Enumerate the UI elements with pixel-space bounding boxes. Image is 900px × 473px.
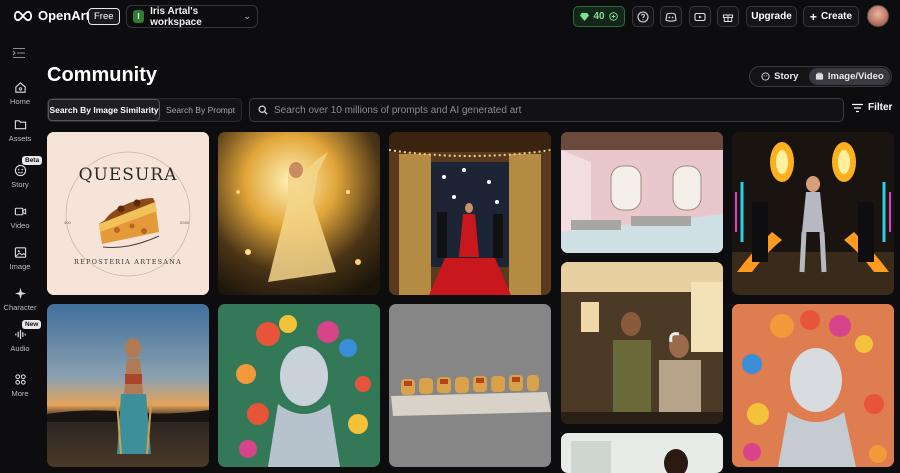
search-icon (258, 105, 268, 115)
upgrade-button[interactable]: Upgrade (746, 6, 797, 27)
discord-button[interactable] (660, 6, 682, 27)
home-icon (14, 82, 26, 93)
more-icon (14, 374, 26, 385)
pink-classroom-image (561, 132, 723, 253)
logo-title: QUESURA (78, 165, 178, 185)
page-title: Community (47, 64, 157, 86)
story-icon (14, 164, 26, 177)
gallery-card-pink-classroom[interactable] (561, 132, 723, 253)
gallery-card-fire-stage[interactable] (732, 132, 894, 295)
sidebar-item-label: Story (11, 180, 29, 189)
search-input[interactable] (274, 104, 835, 116)
discord-icon (665, 12, 677, 22)
gallery-icon (815, 72, 823, 80)
sidebar-item-assets[interactable]: Assets (0, 118, 40, 143)
create-label: Create (820, 11, 853, 22)
tacos-slate-image (389, 304, 551, 467)
beta-badge: Beta (22, 156, 43, 165)
credits-button[interactable]: 40 (573, 6, 625, 27)
credits-count: 40 (593, 11, 605, 22)
brand-name: OpenArt (38, 8, 90, 23)
floral-statue-closeup-image (732, 304, 894, 467)
gift-button[interactable] (717, 6, 739, 27)
plus-icon: + (809, 9, 817, 24)
folder-icon (14, 120, 26, 130)
golden-dancer-image (218, 132, 380, 295)
quesura-logo-image (47, 132, 209, 295)
sidebar-item-label: Assets (8, 134, 32, 143)
filter-button[interactable]: Filter (852, 102, 892, 113)
workspace-name: Iris Artal's workspace (150, 5, 202, 28)
sidebar-item-story[interactable]: Beta Story (0, 156, 43, 189)
gallery-card-floral-statue-closeup[interactable] (732, 304, 894, 467)
sidebar: Home Assets Beta Story Video Image Chara… (0, 33, 43, 469)
gallery-card-desert-dancer[interactable] (47, 304, 209, 467)
logo-year-right: 2020 (180, 220, 189, 225)
sidebar-item-audio[interactable]: New Audio (0, 320, 42, 353)
mode-story-button[interactable]: Story (751, 68, 809, 85)
filter-icon (852, 103, 863, 112)
red-dress-doorway-image (389, 132, 551, 295)
chevron-down-icon: ⌄ (243, 11, 251, 21)
gallery-card-tacos-slate[interactable] (389, 304, 551, 467)
gallery-card-office-portrait[interactable] (561, 433, 723, 473)
gallery-card-red-dress-doorway[interactable] (389, 132, 551, 295)
sidebar-item-label: Home (9, 97, 30, 106)
logo-subtitle: REPOSTERIA ARTESANA (74, 258, 182, 266)
search-type-tabs: Search By Image Similarity Search By Pro… (47, 98, 242, 122)
top-bar: OpenArt Free I Iris Artal's workspace ⌄ … (0, 0, 900, 33)
sidebar-item-video[interactable]: Video (0, 205, 40, 230)
logo-year-left: 300 (64, 220, 71, 225)
play-icon (694, 12, 706, 21)
filter-label: Filter (868, 102, 893, 113)
help-icon (637, 10, 649, 23)
sidebar-item-label: More (11, 389, 29, 398)
mode-story-label: Story (774, 71, 799, 82)
sidebar-item-more[interactable]: More (0, 373, 40, 398)
user-avatar[interactable] (867, 5, 889, 27)
gift-icon (723, 14, 733, 22)
tab-search-by-image-similarity[interactable]: Search By Image Similarity (48, 99, 160, 121)
story-icon (761, 72, 770, 81)
plan-badge: Free (88, 8, 120, 25)
gallery-card-floral-statue[interactable] (218, 304, 380, 467)
fire-stage-image (732, 132, 894, 295)
floral-statue-image (218, 304, 380, 467)
gallery-card-quesura-logo[interactable]: QUESURA 300 2020 REPOSTERIA ARTESANA (47, 132, 209, 295)
sidebar-item-home[interactable]: Home (0, 81, 40, 106)
openart-logo[interactable]: OpenArt (13, 8, 90, 23)
mode-image-video-label: Image/Video (827, 71, 884, 82)
character-icon (14, 287, 26, 300)
workspace-selector[interactable]: I Iris Artal's workspace ⌄ (126, 5, 258, 28)
create-button[interactable]: + Create (803, 6, 859, 27)
new-badge: New (22, 320, 42, 329)
help-button[interactable] (632, 6, 654, 27)
image-icon (14, 247, 26, 258)
gem-icon (580, 12, 590, 21)
plus-circle-icon (608, 12, 618, 21)
video-icon (14, 207, 26, 216)
mode-toggle: Story Image/Video (749, 66, 892, 87)
sidebar-item-label: Video (10, 221, 30, 230)
train-passengers-image (561, 262, 723, 424)
gallery-card-train-passengers[interactable] (561, 262, 723, 424)
mode-image-video-button[interactable]: Image/Video (808, 68, 890, 85)
workspace-avatar: I (133, 10, 145, 23)
tab-search-by-prompt[interactable]: Search By Prompt (160, 99, 241, 121)
sidebar-item-label: Image (9, 262, 31, 271)
sidebar-item-image[interactable]: Image (0, 246, 40, 271)
audio-icon (14, 329, 26, 340)
gallery-card-golden-dancer[interactable] (218, 132, 380, 295)
sidebar-item-character[interactable]: Character (0, 287, 40, 312)
infinity-logo-icon (13, 10, 33, 21)
search-box (249, 98, 844, 122)
office-portrait-image (561, 433, 723, 473)
youtube-button[interactable] (689, 6, 711, 27)
sidebar-item-label: Character (3, 303, 37, 312)
desert-dancer-image (47, 304, 209, 467)
sidebar-item-label: Audio (10, 344, 30, 353)
sidebar-toggle-icon[interactable] (12, 47, 26, 59)
